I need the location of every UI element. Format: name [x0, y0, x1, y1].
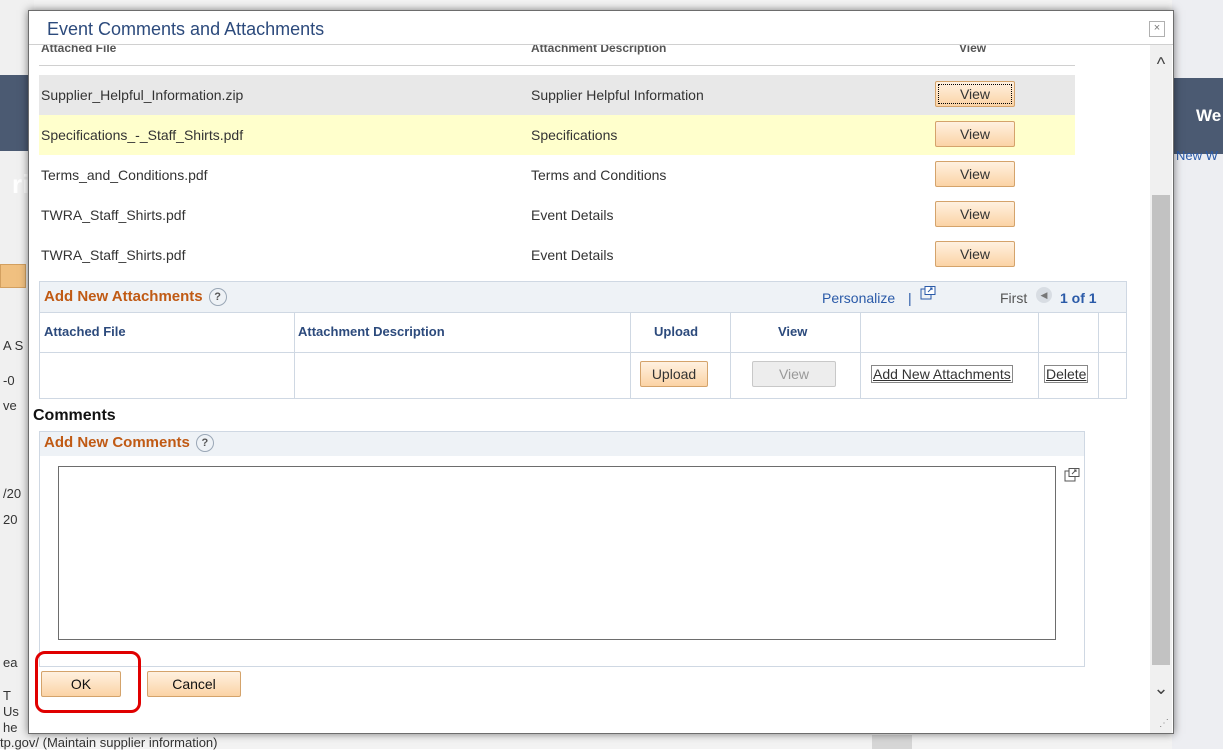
- background-text: ea: [3, 655, 18, 670]
- personalize-link[interactable]: Personalize: [822, 290, 895, 306]
- page-count: 1 of 1: [1060, 290, 1097, 306]
- upload-button[interactable]: Upload: [640, 361, 708, 387]
- background-bottom-text: tp.gov/ (Maintain supplier information): [0, 735, 218, 750]
- background-left-heading: ri: [12, 169, 30, 199]
- view-button[interactable]: View: [935, 241, 1015, 267]
- background-text: Us: [3, 704, 19, 719]
- comments-header: Add New Comments?: [40, 432, 1084, 456]
- view-button-disabled: View: [752, 361, 836, 387]
- file-name: TWRA_Staff_Shirts.pdf: [41, 247, 186, 263]
- background-text: he: [3, 720, 18, 735]
- table-row[interactable]: Supplier_Helpful_Information.zip Supplie…: [39, 75, 1075, 115]
- add-new-attachments-link[interactable]: Add New Attachments: [871, 365, 1013, 383]
- column-header-view: View: [778, 324, 808, 339]
- file-description: Specifications: [531, 127, 618, 143]
- close-icon[interactable]: ×: [1149, 21, 1165, 37]
- column-header-upload: Upload: [654, 324, 699, 339]
- comments-title: Comments: [33, 407, 116, 424]
- table-row[interactable]: Specifications_-_Staff_Shirts.pdf Specif…: [39, 115, 1075, 155]
- table-row[interactable]: TWRA_Staff_Shirts.pdf Event Details View: [39, 235, 1075, 275]
- separator: |: [908, 290, 912, 306]
- vertical-scrollbar[interactable]: ^ ⌄: [1150, 45, 1172, 733]
- background-button: [0, 264, 26, 288]
- background-text: -0: [3, 373, 15, 388]
- add-new-comments-title: Add New Comments?: [44, 434, 214, 453]
- scroll-up-icon[interactable]: ^: [1150, 45, 1172, 83]
- table-row: Upload View Add New Attachments Delete: [40, 353, 1126, 397]
- help-icon[interactable]: ?: [208, 288, 227, 307]
- table-row[interactable]: Terms_and_Conditions.pdf Terms and Condi…: [39, 155, 1075, 195]
- popout-icon[interactable]: [920, 286, 936, 300]
- delete-link[interactable]: Delete: [1044, 365, 1089, 383]
- expand-icon[interactable]: [1064, 468, 1080, 485]
- background-text: T: [3, 688, 11, 703]
- modal-title-bar: Event Comments and Attachments ×: [29, 11, 1173, 45]
- background-right-link: New W: [1176, 148, 1218, 163]
- view-button[interactable]: View: [935, 81, 1015, 107]
- file-name: Terms_and_Conditions.pdf: [41, 167, 208, 183]
- attached-files-header: Attached File Attachment Description Vie…: [39, 45, 1075, 66]
- column-header-attached-file: Attached File: [44, 324, 126, 339]
- attached-files-list: Supplier_Helpful_Information.zip Supplie…: [39, 75, 1075, 275]
- resize-grip-icon[interactable]: ⋰: [1159, 718, 1169, 729]
- modal-title: Event Comments and Attachments: [47, 19, 325, 39]
- cancel-button[interactable]: Cancel: [147, 671, 241, 697]
- file-description: Supplier Helpful Information: [531, 87, 704, 103]
- comments-section: Add New Comments?: [39, 431, 1085, 667]
- add-new-comments-title-text: Add New Comments: [44, 434, 190, 451]
- add-attachments-grid: Add New Attachments? Personalize | First…: [39, 281, 1127, 399]
- background-text: 20: [3, 512, 18, 527]
- background-text: /20: [3, 486, 22, 501]
- file-name: Specifications_-_Staff_Shirts.pdf: [41, 127, 244, 143]
- add-attachments-header: Add New Attachments? Personalize | First…: [40, 282, 1126, 313]
- column-header-view: View: [959, 45, 987, 55]
- column-header-attachment-description: Attachment Description: [298, 324, 445, 339]
- add-attachments-title: Add New Attachments?: [44, 288, 227, 307]
- column-header-attachment-description: Attachment Description: [531, 45, 667, 55]
- background-text: ve: [3, 398, 17, 413]
- view-button[interactable]: View: [935, 121, 1015, 147]
- file-description: Event Details: [531, 207, 614, 223]
- background-scroll-element: [872, 735, 912, 749]
- background-right-heading: We: [1196, 106, 1222, 125]
- modal-body: Attached File Attachment Description Vie…: [29, 45, 1149, 733]
- event-comments-modal: Event Comments and Attachments × Attache…: [28, 10, 1174, 734]
- view-button[interactable]: View: [935, 201, 1015, 227]
- column-header-attached-file: Attached File: [41, 45, 117, 55]
- file-name: Supplier_Helpful_Information.zip: [41, 87, 244, 103]
- add-attachments-title-text: Add New Attachments: [44, 288, 203, 305]
- add-attachments-columns: Attached File Attachment Description Upl…: [40, 312, 1126, 353]
- table-row[interactable]: TWRA_Staff_Shirts.pdf Event Details View: [39, 195, 1075, 235]
- file-description: Terms and Conditions: [531, 167, 667, 183]
- ok-button[interactable]: OK: [41, 671, 121, 697]
- file-description: Event Details: [531, 247, 614, 263]
- scroll-down-icon[interactable]: ⌄: [1150, 673, 1172, 703]
- background-text: A S: [3, 338, 24, 353]
- file-name: TWRA_Staff_Shirts.pdf: [41, 207, 186, 223]
- scroll-thumb[interactable]: [1152, 195, 1170, 665]
- comments-textarea[interactable]: [58, 466, 1056, 640]
- previous-arrow-icon[interactable]: ◀: [1036, 287, 1052, 303]
- view-button[interactable]: View: [935, 161, 1015, 187]
- help-icon[interactable]: ?: [195, 434, 214, 453]
- first-page-label[interactable]: First: [1000, 290, 1027, 306]
